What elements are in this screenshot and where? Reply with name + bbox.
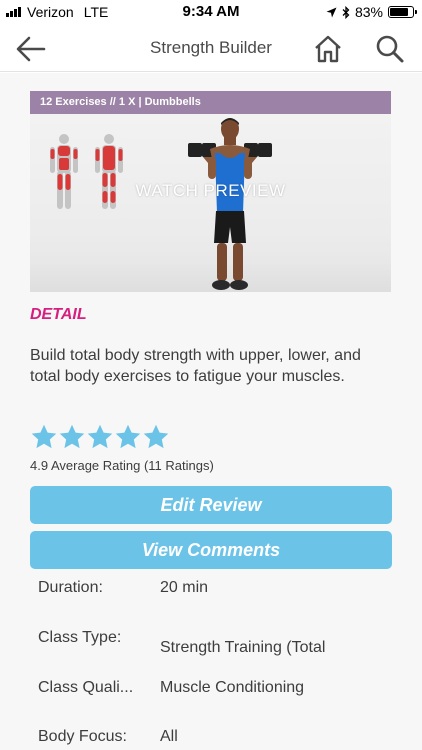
home-icon (315, 35, 341, 63)
rating-stars[interactable] (30, 423, 170, 451)
video-preview[interactable]: 12 Exercises // 1 X | Dumbbells WATCH PR… (30, 91, 391, 292)
location-arrow-icon (326, 7, 337, 17)
info-label: Body Focus: (38, 728, 127, 745)
star-icon[interactable] (58, 423, 86, 451)
rating-summary: 4.9 Average Rating (11 Ratings) (30, 458, 214, 473)
status-bar: Verizon LTE 9:34 AM 83% (0, 0, 422, 24)
main-content[interactable]: 12 Exercises // 1 X | Dumbbells WATCH PR… (0, 73, 422, 750)
battery-percent: 83% (354, 4, 383, 20)
athlete-image (188, 118, 272, 290)
status-right: 83% (326, 4, 417, 20)
home-button[interactable] (311, 32, 345, 66)
star-icon[interactable] (114, 423, 142, 451)
class-description: Build total body strength with upper, lo… (30, 347, 361, 385)
info-value: Muscle Conditioning (160, 679, 305, 696)
star-icon[interactable] (86, 423, 114, 451)
info-value: All (160, 728, 178, 745)
search-button[interactable] (373, 32, 407, 66)
watch-preview-label[interactable]: WATCH PREVIEW (30, 181, 391, 201)
info-label: Class Type: (38, 629, 122, 646)
battery-icon (388, 6, 417, 18)
preview-banner: 12 Exercises // 1 X | Dumbbells (30, 91, 391, 114)
edit-review-button[interactable]: Edit Review (30, 486, 392, 524)
star-icon[interactable] (142, 423, 170, 451)
info-label: Duration: (38, 579, 103, 596)
info-label: Class Quali... (38, 679, 134, 696)
bluetooth-icon (342, 5, 350, 19)
view-comments-button[interactable]: View Comments (30, 531, 392, 569)
info-value: Strength Training (Total (160, 639, 326, 656)
muscle-map-icon (50, 134, 123, 209)
star-icon[interactable] (30, 423, 58, 451)
navigation-bar: Strength Builder (0, 24, 422, 72)
page-title: Strength Builder (150, 38, 272, 57)
detail-heading: DETAIL (30, 306, 87, 323)
search-icon (376, 35, 404, 63)
info-value: 20 min (160, 579, 209, 596)
